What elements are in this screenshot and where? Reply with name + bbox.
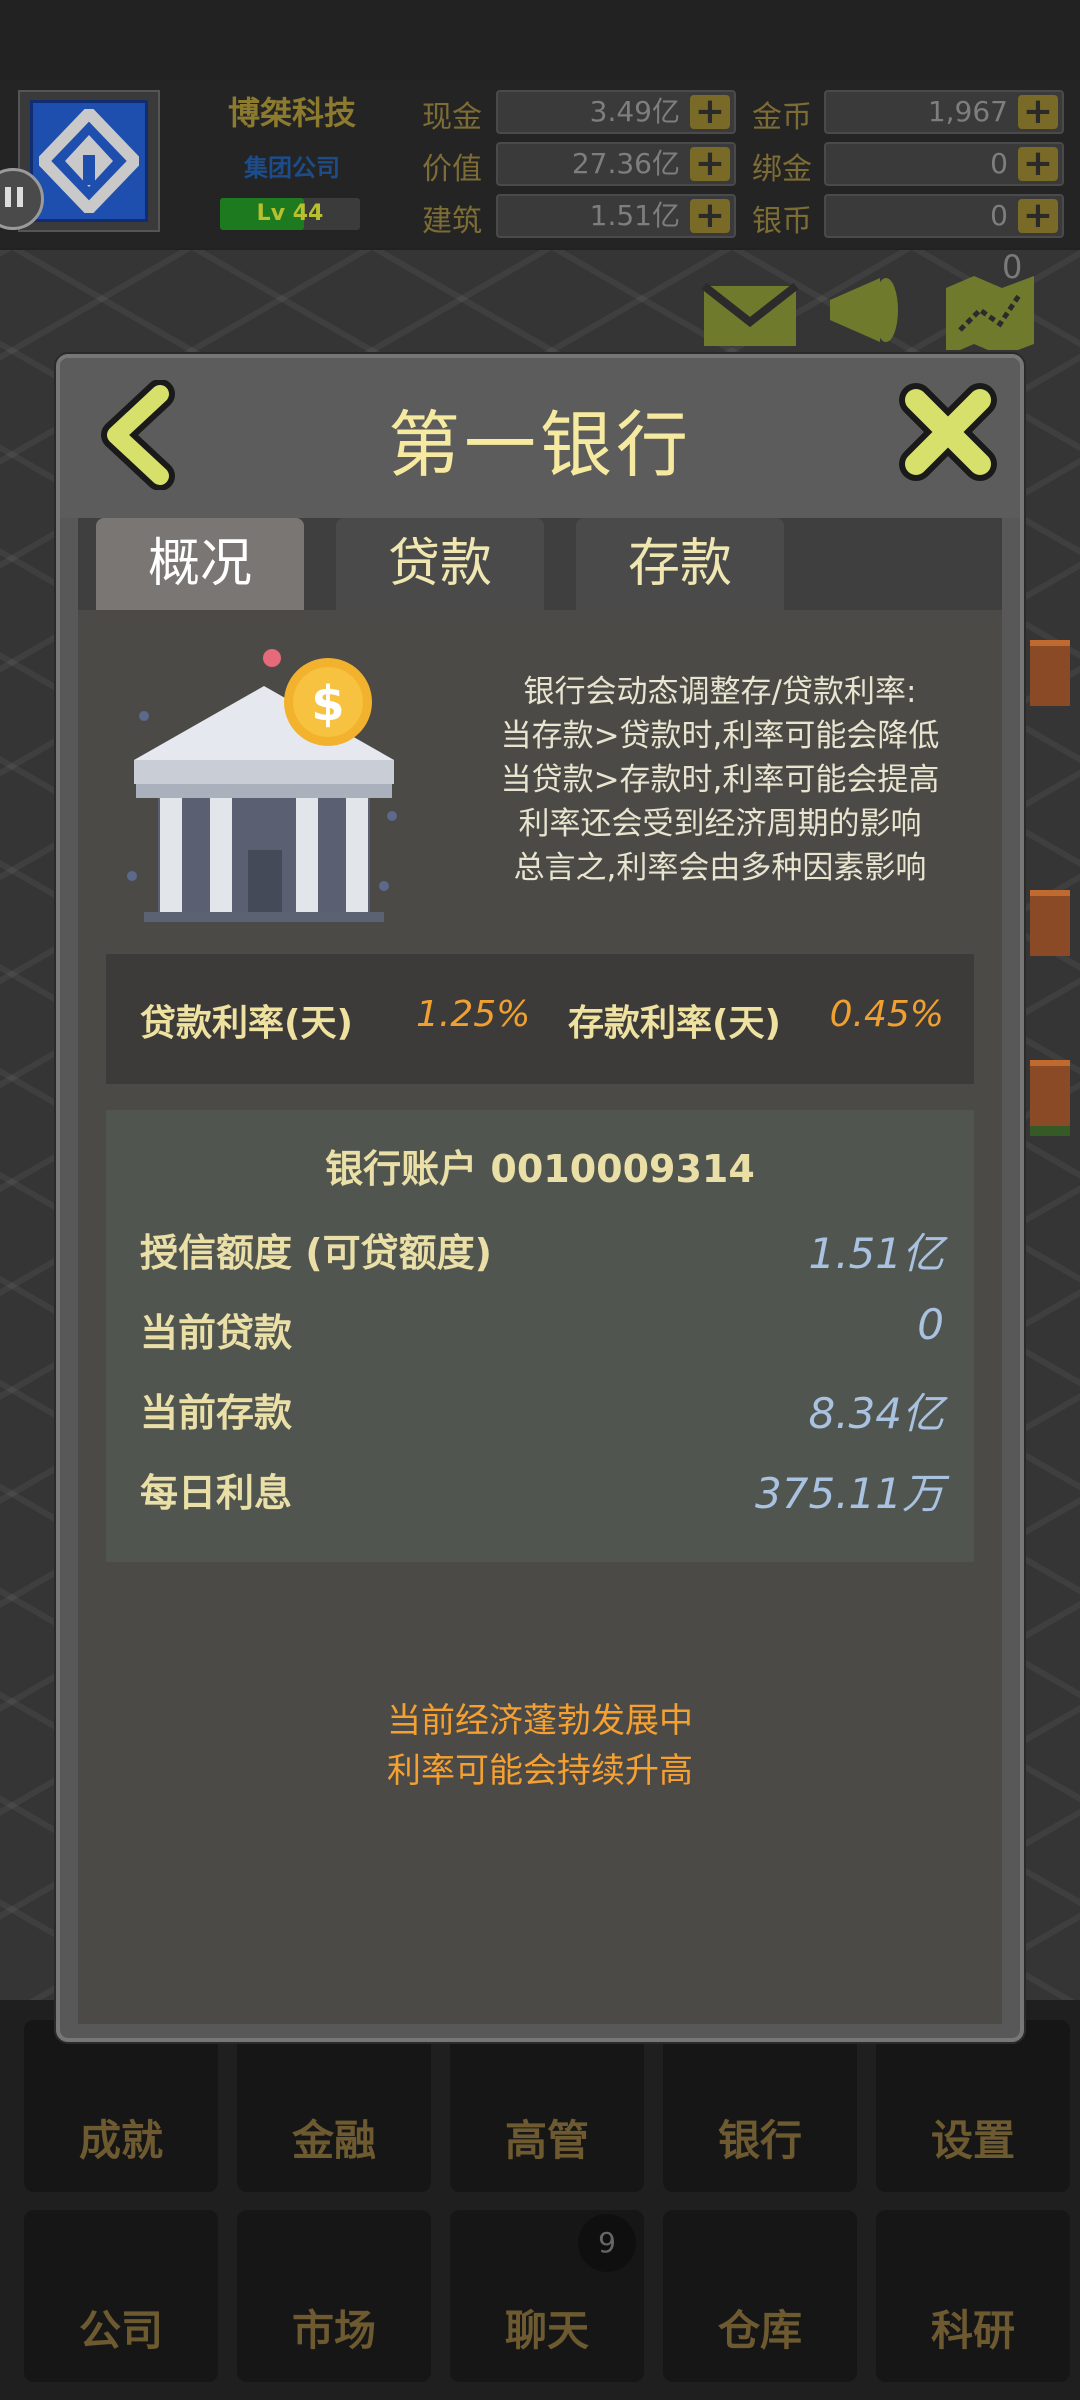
- description-line: 银行会动态调整存/贷款利率:: [523, 674, 917, 710]
- company-name: 博桀科技: [227, 94, 356, 132]
- overview-panel: $ 银行会动态调整存/贷款利率: 当存款>贷款时,利率可能会降低 当贷款>存款时…: [78, 610, 1002, 2024]
- loan-rate-value: 1.25%: [416, 994, 531, 1035]
- silver-field: 0 +: [824, 194, 1064, 238]
- building-value: 1.51亿: [589, 199, 680, 232]
- add-silver-button[interactable]: +: [1018, 198, 1058, 234]
- add-gold-button[interactable]: +: [1018, 94, 1058, 130]
- menu-label: 金融: [291, 2116, 376, 2165]
- menu-market-button[interactable]: 市场: [237, 2210, 431, 2382]
- menu-label: 市场: [291, 2306, 376, 2355]
- building-field: 1.51亿 +: [496, 194, 736, 238]
- daily-interest-value: 375.11万: [755, 1469, 944, 1518]
- menu-label: 公司: [78, 2306, 163, 2355]
- cash-field: 3.49亿 +: [496, 90, 736, 134]
- menu-executives-button[interactable]: 高管: [450, 2020, 644, 2192]
- menu-company-button[interactable]: 公司: [24, 2210, 218, 2382]
- dialog-title-bar: 第一银行: [60, 358, 1020, 518]
- notice-line: 当前经济蓬勃发展中: [387, 1701, 693, 1741]
- menu-label: 科研: [930, 2306, 1015, 2355]
- add-value-button[interactable]: +: [690, 146, 730, 182]
- cash-label: 现金: [422, 100, 482, 135]
- dialog-body: 概况 贷款 存款 $ 银行会动态调整存/贷款利率: 当存款>贷款时,利率可能会降…: [78, 518, 1002, 2024]
- menu-label: 成就: [78, 2116, 163, 2165]
- svg-text:$: $: [311, 676, 344, 732]
- building-label: 建筑: [422, 204, 482, 239]
- close-icon[interactable]: [896, 380, 1000, 484]
- menu-warehouse-button[interactable]: 仓库: [663, 2210, 857, 2382]
- menu-research-button[interactable]: 科研: [876, 2210, 1070, 2382]
- deposit-rate-value: 0.45%: [829, 994, 944, 1035]
- credit-limit-label: 授信额度 (可贷额度): [140, 1231, 492, 1275]
- rate-description: 银行会动态调整存/贷款利率: 当存款>贷款时,利率可能会降低 当贷款>存款时,利…: [460, 670, 980, 890]
- daily-interest-label: 每日利息: [140, 1471, 293, 1515]
- economy-notice: 当前经济蓬勃发展中 利率可能会持续升高: [78, 1696, 1002, 1796]
- company-value: 27.36亿: [571, 147, 680, 180]
- current-loan-value: 0: [917, 1300, 944, 1349]
- bound-gold-label: 绑金: [752, 152, 812, 187]
- chat-unread-badge: 9: [578, 2214, 636, 2272]
- description-line: 当贷款>存款时,利率可能会提高: [500, 762, 940, 798]
- gold-label: 金币: [752, 100, 812, 135]
- notice-line: 利率可能会持续升高: [387, 1751, 693, 1791]
- deposit-rate-label: 存款利率(天): [568, 1003, 781, 1044]
- dialog-title: 第一银行: [387, 403, 692, 487]
- menu-label: 银行: [717, 2116, 802, 2165]
- tab-loan[interactable]: 贷款: [336, 518, 544, 610]
- gold-value: 1,967: [927, 95, 1008, 128]
- add-bound-gold-button[interactable]: +: [1018, 146, 1058, 182]
- add-cash-button[interactable]: +: [690, 94, 730, 130]
- bound-gold-field: 0 +: [824, 142, 1064, 186]
- silver-label: 银币: [752, 204, 812, 239]
- level-label: Lv 44: [256, 201, 324, 226]
- notification-count: 0: [1002, 248, 1023, 286]
- menu-finance-button[interactable]: 金融: [237, 2020, 431, 2192]
- company-logo-image: [30, 100, 148, 222]
- silver-value: 0: [990, 199, 1008, 232]
- mail-icon[interactable]: [700, 270, 800, 350]
- menu-settings-button[interactable]: 设置: [876, 2020, 1070, 2192]
- menu-label: 设置: [930, 2116, 1015, 2165]
- value-label: 价值: [422, 152, 482, 187]
- map-icon[interactable]: [940, 270, 1040, 350]
- add-building-button[interactable]: +: [690, 198, 730, 234]
- building: [1030, 640, 1070, 706]
- menu-label: 仓库: [717, 2306, 802, 2355]
- company-type: 集团公司: [244, 154, 340, 182]
- menu-achievements-button[interactable]: 成就: [24, 2020, 218, 2192]
- description-line: 当存款>贷款时,利率可能会降低: [500, 718, 940, 754]
- building: [1030, 1060, 1070, 1126]
- description-line: 利率还会受到经济周期的影响: [518, 806, 922, 842]
- bank-dialog: 第一银行 概况 贷款 存款 $ 银行会动态调整存/贷款利率: 当存款>贷款时,利…: [56, 354, 1024, 2042]
- description-line: 总言之,利率会由多种因素影响: [513, 850, 927, 886]
- account-title: 银行账户 0010009314: [325, 1147, 755, 1191]
- bound-gold-value: 0: [990, 147, 1008, 180]
- level-bar: Lv 44: [220, 198, 360, 230]
- bank-account-box: 银行账户 0010009314 授信额度 (可贷额度) 1.51亿 当前贷款 0…: [106, 1110, 974, 1562]
- menu-bank-button[interactable]: 银行: [663, 2020, 857, 2192]
- building: [1030, 890, 1070, 956]
- gold-field: 1,967 +: [824, 90, 1064, 134]
- menu-label: 聊天: [504, 2306, 589, 2355]
- megaphone-icon[interactable]: [820, 270, 920, 350]
- loan-rate-label: 贷款利率(天): [140, 1003, 353, 1044]
- tab-deposit[interactable]: 存款: [576, 518, 784, 610]
- value-field: 27.36亿 +: [496, 142, 736, 186]
- current-deposit-label: 当前存款: [140, 1391, 293, 1435]
- interest-rate-box: 贷款利率(天) 1.25% 存款利率(天) 0.45%: [106, 954, 974, 1084]
- tab-overview[interactable]: 概况: [96, 518, 304, 610]
- current-deposit-value: 8.34亿: [808, 1389, 944, 1438]
- menu-label: 高管: [504, 2116, 589, 2165]
- bank-building-icon: $: [127, 649, 397, 922]
- credit-limit-value: 1.51亿: [808, 1229, 944, 1278]
- cash-value: 3.49亿: [589, 95, 680, 128]
- current-loan-label: 当前贷款: [140, 1311, 293, 1355]
